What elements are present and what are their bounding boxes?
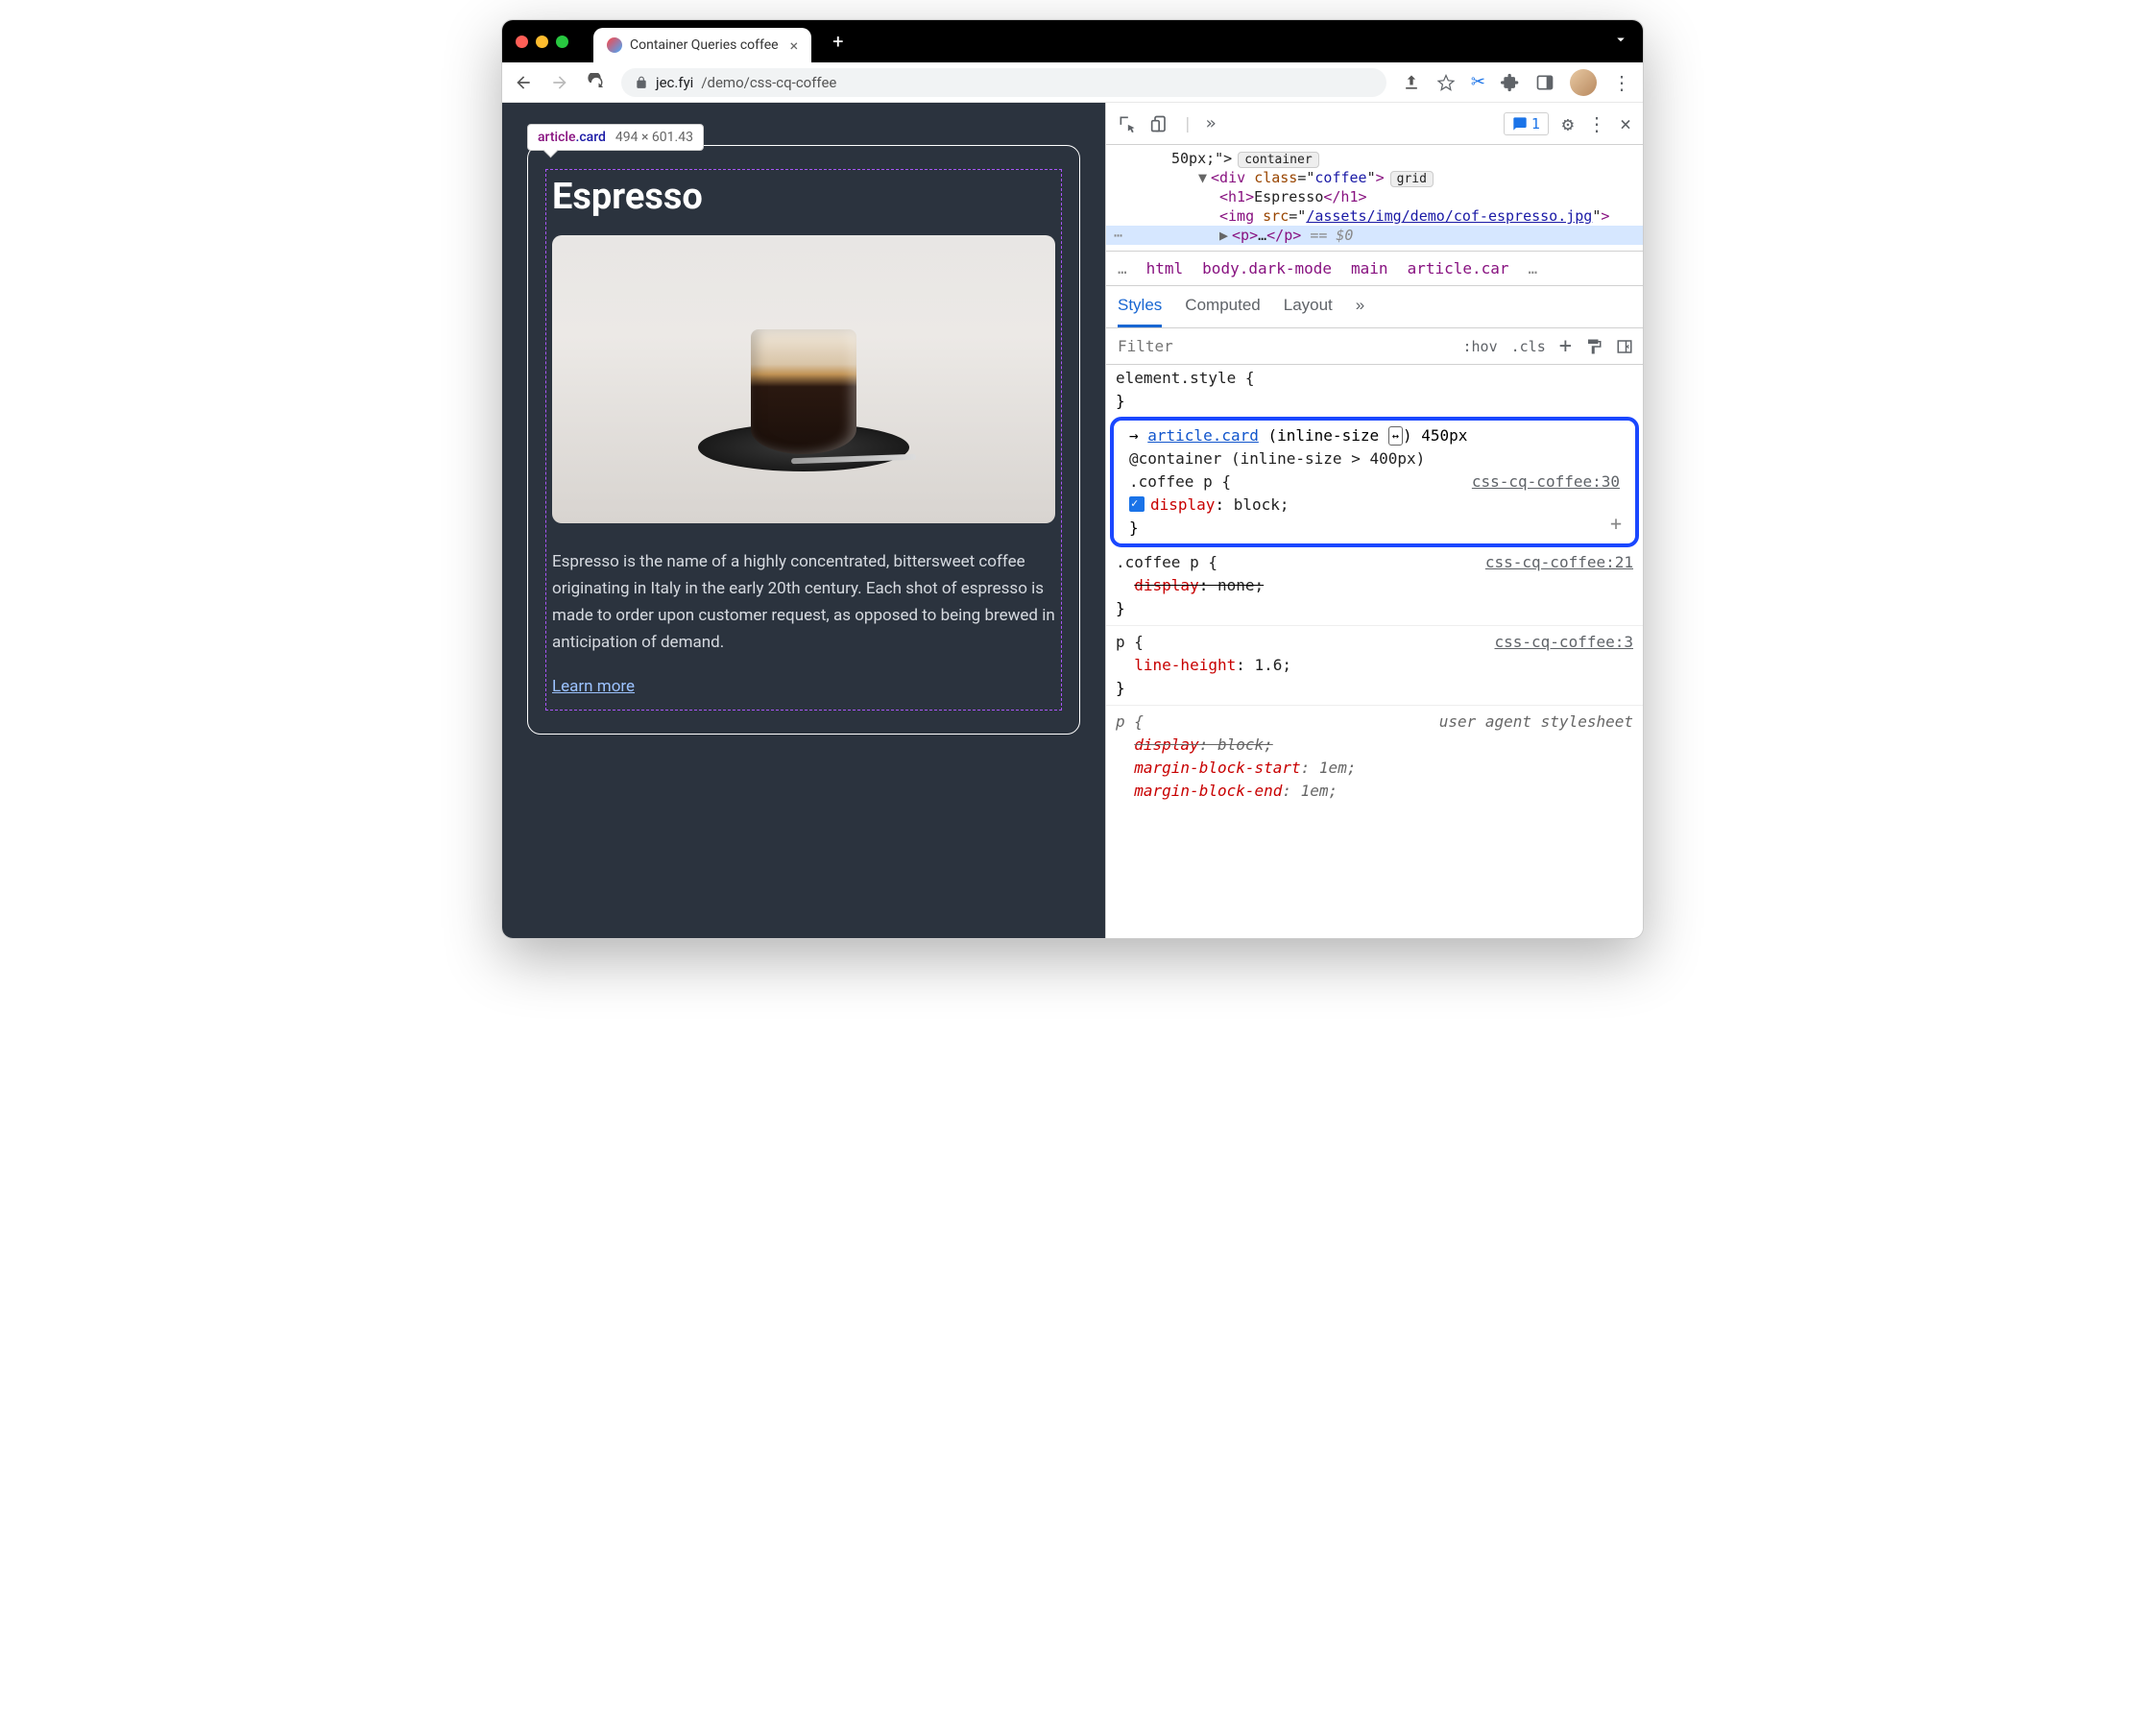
crumb[interactable]: … bbox=[1118, 259, 1127, 277]
extensions-icon[interactable] bbox=[1501, 73, 1520, 92]
window-minimize-button[interactable] bbox=[536, 36, 548, 48]
property-checkbox[interactable] bbox=[1129, 496, 1145, 512]
crumb[interactable]: … bbox=[1529, 259, 1538, 277]
rule-user-agent[interactable]: user agent stylesheet p { display: block… bbox=[1106, 709, 1643, 805]
styles-filter-row: :hov .cls + bbox=[1106, 328, 1643, 365]
paint-icon[interactable] bbox=[1585, 338, 1603, 355]
devtools-menu-icon[interactable]: ⋮ bbox=[1587, 112, 1606, 135]
source-link[interactable]: css-cq-coffee:3 bbox=[1495, 631, 1634, 654]
forward-button[interactable] bbox=[550, 73, 569, 92]
crumb[interactable]: body.dark-mode bbox=[1202, 259, 1332, 277]
element-line[interactable]: <h1>Espresso</h1> bbox=[1106, 187, 1643, 206]
styles-tabs: Styles Computed Layout » bbox=[1106, 286, 1643, 328]
crumb[interactable]: article.car bbox=[1408, 259, 1509, 277]
back-button[interactable] bbox=[514, 73, 533, 92]
source-link[interactable]: css-cq-coffee:30 bbox=[1472, 470, 1620, 494]
window-maximize-button[interactable] bbox=[556, 36, 568, 48]
browser-tab[interactable]: Container Queries coffee × bbox=[593, 28, 811, 62]
page-viewport: article.card 494 × 601.43 Espresso Espre… bbox=[502, 103, 1105, 938]
breadcrumbs[interactable]: … html body.dark-mode main article.car … bbox=[1106, 251, 1643, 286]
lock-icon bbox=[635, 76, 648, 89]
rule-coffee-p-2[interactable]: css-cq-coffee:21 .coffee p { display: no… bbox=[1106, 549, 1643, 622]
browser-menu-icon[interactable]: ⋮ bbox=[1612, 71, 1631, 94]
share-icon[interactable] bbox=[1402, 73, 1421, 92]
devtools-panel: | » 1 ⚙ ⋮ × 50px;">container ▼<div class… bbox=[1105, 103, 1643, 938]
reload-button[interactable] bbox=[587, 73, 606, 92]
panel-tabs-more[interactable]: » bbox=[1206, 113, 1217, 133]
tooltip-selector: article.card bbox=[538, 130, 606, 145]
rule-container[interactable]: → article.card (inline-size ↔) 450px @co… bbox=[1120, 422, 1629, 542]
styles-filter-input[interactable] bbox=[1106, 337, 1463, 355]
card-paragraph: Espresso is the name of a highly concent… bbox=[552, 548, 1055, 656]
grid-badge[interactable]: grid bbox=[1390, 171, 1434, 187]
profile-avatar[interactable] bbox=[1570, 69, 1597, 96]
cls-button[interactable]: .cls bbox=[1511, 338, 1546, 355]
favicon-icon bbox=[607, 37, 622, 53]
address-bar: jec.fyi/demo/css-cq-coffee ✂ ⋮ bbox=[502, 62, 1643, 103]
devtools-close-icon[interactable]: × bbox=[1620, 112, 1631, 135]
url-input[interactable]: jec.fyi/demo/css-cq-coffee bbox=[621, 68, 1386, 97]
crumb[interactable]: html bbox=[1146, 259, 1184, 277]
toggle-sidebar-icon[interactable] bbox=[1616, 338, 1633, 355]
source-link[interactable]: css-cq-coffee:21 bbox=[1485, 551, 1633, 574]
tab-more[interactable]: » bbox=[1356, 286, 1364, 327]
tab-close-icon[interactable]: × bbox=[790, 36, 799, 55]
content-area: article.card 494 × 601.43 Espresso Espre… bbox=[502, 103, 1643, 938]
inspect-tooltip: article.card 494 × 601.43 bbox=[527, 124, 704, 151]
tab-layout[interactable]: Layout bbox=[1284, 286, 1333, 327]
new-rule-button[interactable]: + bbox=[1559, 334, 1572, 358]
scissors-icon[interactable]: ✂ bbox=[1471, 72, 1485, 92]
inspect-element-icon[interactable] bbox=[1118, 114, 1137, 133]
coffee-image bbox=[552, 235, 1055, 523]
filter-buttons: :hov .cls + bbox=[1463, 334, 1644, 358]
device-toolbar-icon[interactable] bbox=[1150, 114, 1169, 133]
element-line[interactable]: ▼<div class="coffee">grid bbox=[1106, 168, 1643, 187]
element-line-selected[interactable]: ▶<p>…</p> == $0 bbox=[1106, 226, 1643, 245]
browser-window: Container Queries coffee × + jec.fyi/dem… bbox=[501, 19, 1644, 939]
devtools-toolbar: | » 1 ⚙ ⋮ × bbox=[1106, 103, 1643, 145]
article-card: Espresso Espresso is the name of a highl… bbox=[527, 145, 1080, 735]
tab-styles[interactable]: Styles bbox=[1118, 286, 1162, 327]
window-close-button[interactable] bbox=[516, 36, 528, 48]
glass-illustration bbox=[751, 329, 856, 454]
tab-title: Container Queries coffee bbox=[630, 37, 779, 53]
nav-buttons bbox=[514, 73, 606, 92]
issues-badge[interactable]: 1 bbox=[1504, 112, 1549, 135]
element-line[interactable]: <img src="/assets/img/demo/cof-espresso.… bbox=[1106, 206, 1643, 226]
rule-p[interactable]: css-cq-coffee:3 p { line-height: 1.6;} bbox=[1106, 629, 1643, 702]
new-tab-button[interactable]: + bbox=[832, 30, 843, 53]
elements-tree[interactable]: 50px;">container ▼<div class="coffee">gr… bbox=[1106, 145, 1643, 251]
url-domain: jec.fyi bbox=[656, 74, 693, 91]
devtools-settings-icon[interactable]: ⚙ bbox=[1562, 112, 1574, 135]
sidepanel-icon[interactable] bbox=[1535, 73, 1555, 92]
container-badge[interactable]: container bbox=[1238, 152, 1318, 168]
tooltip-dimensions: 494 × 601.43 bbox=[615, 130, 693, 145]
add-property-button[interactable]: + bbox=[1610, 509, 1622, 538]
bookmark-icon[interactable] bbox=[1436, 73, 1456, 92]
highlighted-rule: → article.card (inline-size ↔) 450px @co… bbox=[1110, 417, 1639, 547]
learn-more-link[interactable]: Learn more bbox=[552, 677, 635, 696]
card-heading: Espresso bbox=[552, 176, 1055, 218]
ua-stylesheet-label: user agent stylesheet bbox=[1439, 711, 1633, 734]
styles-rules[interactable]: element.style {} → article.card (inline-… bbox=[1106, 365, 1643, 938]
tab-computed[interactable]: Computed bbox=[1185, 286, 1260, 327]
url-path: /demo/css-cq-coffee bbox=[701, 74, 836, 91]
toolbar-right: ✂ ⋮ bbox=[1402, 69, 1631, 96]
hov-button[interactable]: :hov bbox=[1463, 338, 1498, 355]
element-line[interactable]: 50px;">container bbox=[1106, 149, 1643, 168]
highlight-overlay: Espresso Espresso is the name of a highl… bbox=[545, 169, 1062, 711]
inline-size-icon: ↔ bbox=[1388, 426, 1403, 446]
rule-element-style[interactable]: element.style {} bbox=[1106, 365, 1643, 415]
crumb[interactable]: main bbox=[1351, 259, 1388, 277]
titlebar: Container Queries coffee × + bbox=[502, 20, 1643, 62]
traffic-lights bbox=[516, 36, 568, 48]
tabs-dropdown-button[interactable] bbox=[1612, 31, 1629, 52]
